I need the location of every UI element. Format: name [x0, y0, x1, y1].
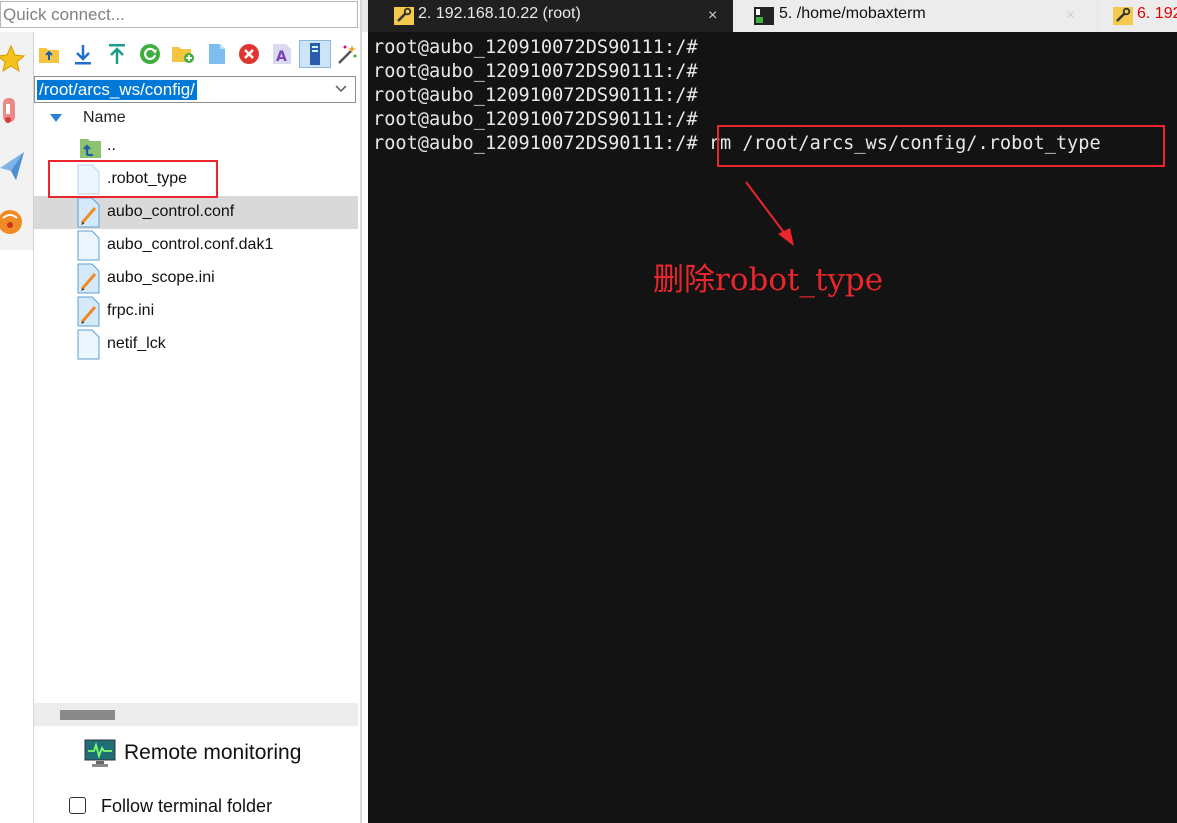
file-row-aubo-scope-ini[interactable]: aubo_scope.ini	[34, 262, 358, 295]
follow-terminal-folder-label: Follow terminal folder	[101, 796, 273, 816]
pane-divider[interactable]	[360, 0, 362, 823]
quick-connect-field[interactable]	[0, 1, 358, 28]
browser-toolbar: A	[36, 40, 358, 68]
chevron-down-icon[interactable]	[335, 84, 347, 94]
path-dropdown[interactable]: /root/arcs_ws/config/	[34, 76, 356, 103]
config-file-icon	[77, 263, 100, 294]
sidebar-empty-area	[0, 250, 34, 823]
remote-monitoring-label: Remote monitoring	[124, 741, 302, 764]
tab-local-mobaxterm[interactable]: 5. /home/mobaxterm ×	[736, 0, 1096, 32]
config-file-icon	[77, 197, 100, 228]
remote-monitoring-button[interactable]: Remote monitoring	[84, 737, 354, 771]
close-icon[interactable]: ×	[708, 7, 717, 25]
file-name: aubo_control.conf	[107, 203, 235, 220]
tab-label: 5. /home/mobaxterm	[779, 5, 926, 22]
ssh-key-icon	[394, 7, 414, 25]
scrollbar-thumb[interactable]	[60, 710, 115, 720]
file-row-aubo-control-conf[interactable]: aubo_control.conf	[34, 196, 358, 229]
rename-icon[interactable]: A	[269, 40, 295, 68]
parent-folder-icon	[80, 139, 101, 158]
quick-connect-input[interactable]	[2, 3, 358, 27]
tab-bar: 2. 192.168.10.22 (root) × 5. /home/mobax…	[362, 0, 1177, 32]
upload-icon[interactable]	[104, 40, 130, 68]
games-icon[interactable]	[0, 200, 28, 240]
name-column-header[interactable]: Name	[83, 109, 126, 127]
ssh-browser-icon[interactable]	[299, 40, 331, 68]
download-icon[interactable]	[70, 40, 96, 68]
refresh-icon[interactable]	[137, 40, 163, 68]
terminal-line: root@aubo_120910072DS90111:/#	[373, 61, 698, 82]
magic-wand-icon[interactable]	[334, 40, 360, 68]
file-row-frpc-ini[interactable]: frpc.ini	[34, 295, 358, 328]
file-row-netif-lck[interactable]: netif_lck	[34, 328, 358, 361]
annotation-label: 删除robot_type	[653, 262, 884, 298]
tab-ssh-192-partial[interactable]: 6. 192	[1099, 0, 1177, 32]
config-file-icon	[77, 296, 100, 327]
terminal[interactable]: root@aubo_120910072DS90111:/# root@aubo_…	[368, 32, 1177, 823]
close-icon[interactable]: ×	[1066, 7, 1075, 25]
macros-icon[interactable]	[0, 146, 28, 186]
file-list-header[interactable]: Name	[34, 108, 356, 130]
tab-label: 6. 192	[1137, 5, 1177, 22]
ssh-key-icon	[1113, 7, 1133, 25]
horizontal-scrollbar[interactable]	[34, 703, 358, 726]
sort-descending-icon[interactable]	[49, 113, 63, 123]
sessions-star-icon[interactable]	[0, 40, 28, 80]
follow-terminal-folder-option[interactable]: Follow terminal folder	[69, 795, 359, 819]
file-name: frpc.ini	[107, 302, 155, 319]
tab-ssh-192-168-10-22[interactable]: 2. 192.168.10.22 (root) ×	[368, 0, 733, 32]
new-folder-icon[interactable]	[170, 40, 196, 68]
sidebar-tabs	[0, 32, 34, 251]
terminal-line: root@aubo_120910072DS90111:/#	[373, 37, 698, 58]
annotation-highlight-command	[717, 125, 1165, 167]
terminal-line: root@aubo_120910072DS90111:/#	[373, 85, 698, 106]
local-terminal-icon	[754, 7, 774, 25]
file-name: ..	[107, 137, 116, 154]
annotation-highlight-robot-type	[48, 160, 218, 198]
blank-file-icon	[77, 230, 100, 261]
file-row-parent[interactable]: ..	[34, 130, 358, 163]
path-value[interactable]: /root/arcs_ws/config/	[37, 80, 197, 100]
svg-text:A: A	[276, 49, 287, 65]
tab-label: 2. 192.168.10.22 (root)	[418, 5, 581, 22]
upload-to-folder-icon[interactable]	[36, 40, 62, 68]
delete-icon[interactable]	[236, 40, 262, 68]
file-row-aubo-control-conf-dak1[interactable]: aubo_control.conf.dak1	[34, 229, 358, 262]
file-name: aubo_scope.ini	[107, 269, 215, 286]
monitor-icon	[84, 739, 116, 767]
blank-file-icon	[77, 329, 100, 360]
follow-terminal-folder-checkbox[interactable]	[69, 797, 86, 814]
terminal-line: root@aubo_120910072DS90111:/#	[373, 109, 698, 130]
annotation-arrow-icon	[745, 181, 794, 246]
new-file-icon[interactable]	[204, 40, 230, 68]
file-name: aubo_control.conf.dak1	[107, 236, 274, 253]
tools-icon[interactable]	[0, 90, 28, 130]
file-name: netif_lck	[107, 335, 166, 352]
